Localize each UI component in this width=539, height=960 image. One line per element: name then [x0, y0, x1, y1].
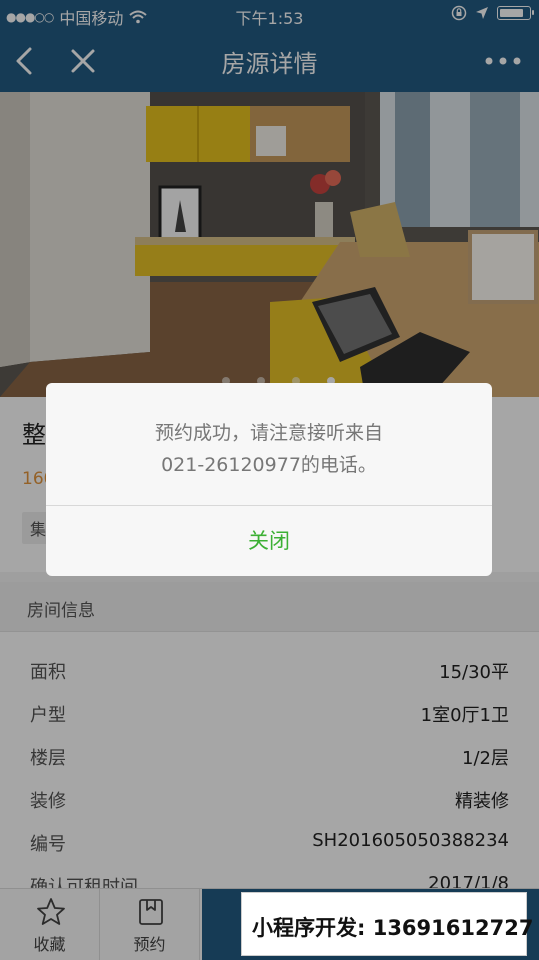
booking-success-dialog: 预约成功，请注意接听来自 021-26120977的电话。 关闭 — [46, 383, 492, 576]
dialog-message-line1: 预约成功，请注意接听来自 — [154, 422, 383, 444]
watermark-text: 小程序开发: 13691612727 — [252, 916, 534, 940]
dialog-close-button[interactable]: 关闭 — [46, 506, 492, 576]
watermark-banner: 小程序开发: 13691612727 — [241, 892, 533, 956]
dialog-message-line2: 021-26120977的电话。 — [161, 454, 377, 476]
dialog-message: 预约成功，请注意接听来自 021-26120977的电话。 — [66, 417, 472, 481]
